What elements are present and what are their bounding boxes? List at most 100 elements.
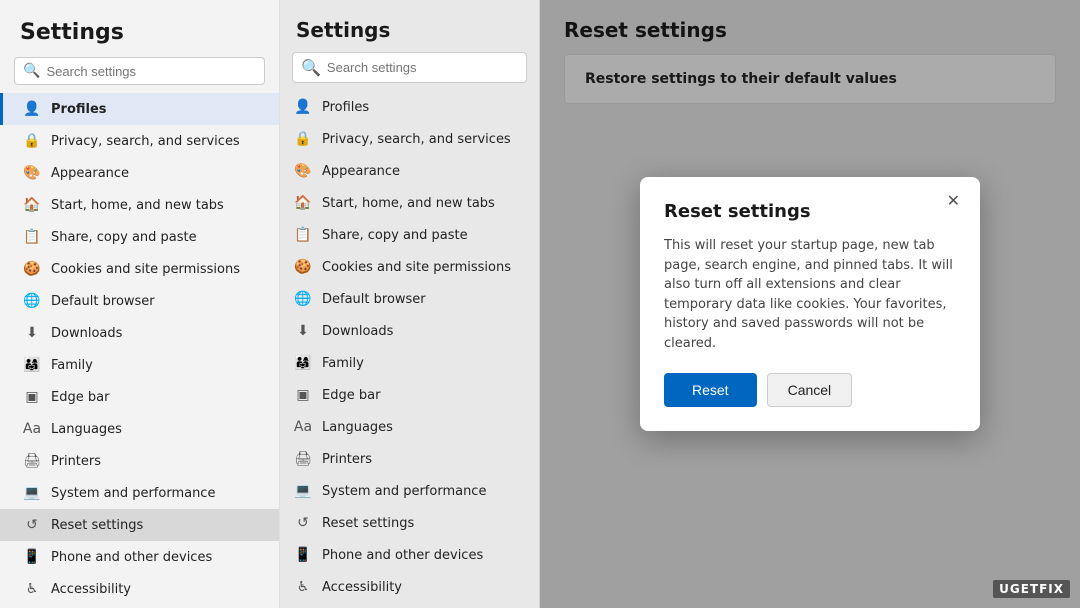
middle-label-appearance: Appearance <box>322 164 400 179</box>
middle-icon-languages: Aa <box>294 418 312 436</box>
sidebar: Settings 🔍 👤 Profiles 🔒 Privacy, search,… <box>0 0 280 608</box>
sidebar-item-appearance[interactable]: 🎨 Appearance <box>0 157 279 189</box>
sidebar-item-profiles[interactable]: 👤 Profiles <box>0 93 279 125</box>
middle-item-reset[interactable]: ↺ Reset settings <box>280 507 539 539</box>
modal-overlay: ✕ Reset settings This will reset your st… <box>540 0 1080 608</box>
middle-label-default-browser: Default browser <box>322 292 426 307</box>
middle-nav: 👤 Profiles 🔒 Privacy, search, and servic… <box>280 91 539 608</box>
middle-label-system: System and performance <box>322 484 486 499</box>
middle-item-downloads[interactable]: ⬇ Downloads <box>280 315 539 347</box>
middle-item-family[interactable]: 👨‍👩‍👧 Family <box>280 347 539 379</box>
modal-title: Reset settings <box>664 201 956 222</box>
middle-label-edge-bar: Edge bar <box>322 388 380 403</box>
sidebar-item-system[interactable]: 💻 System and performance <box>0 477 279 509</box>
middle-icon-printers: 🖨 <box>294 450 312 468</box>
middle-item-cookies[interactable]: 🍪 Cookies and site permissions <box>280 251 539 283</box>
middle-label-languages: Languages <box>322 420 393 435</box>
middle-item-share[interactable]: 📋 Share, copy and paste <box>280 219 539 251</box>
reset-button[interactable]: Reset <box>664 373 757 407</box>
sidebar-label-family: Family <box>51 358 93 373</box>
middle-icon-cookies: 🍪 <box>294 258 312 276</box>
cancel-button[interactable]: Cancel <box>767 373 853 407</box>
sidebar-label-cookies: Cookies and site permissions <box>51 262 240 277</box>
sidebar-label-profiles: Profiles <box>51 102 107 117</box>
middle-icon-share: 📋 <box>294 226 312 244</box>
middle-item-phone[interactable]: 📱 Phone and other devices <box>280 539 539 571</box>
sidebar-icon-phone: 📱 <box>23 548 41 566</box>
middle-icon-system: 💻 <box>294 482 312 500</box>
sidebar-label-phone: Phone and other devices <box>51 550 212 565</box>
sidebar-icon-profiles: 👤 <box>23 100 41 118</box>
sidebar-item-privacy[interactable]: 🔒 Privacy, search, and services <box>0 125 279 157</box>
middle-icon-phone: 📱 <box>294 546 312 564</box>
sidebar-item-family[interactable]: 👨‍👩‍👧 Family <box>0 349 279 381</box>
middle-item-accessibility[interactable]: ♿ Accessibility <box>280 571 539 603</box>
sidebar-icon-accessibility: ♿ <box>23 580 41 598</box>
sidebar-icon-start-home: 🏠 <box>23 196 41 214</box>
middle-item-profiles[interactable]: 👤 Profiles <box>280 91 539 123</box>
sidebar-label-share: Share, copy and paste <box>51 230 197 245</box>
sidebar-item-share[interactable]: 📋 Share, copy and paste <box>0 221 279 253</box>
middle-label-family: Family <box>322 356 364 371</box>
middle-item-printers[interactable]: 🖨 Printers <box>280 443 539 475</box>
middle-item-about[interactable]: ⊕ About Microsoft Edge <box>280 603 539 608</box>
sidebar-icon-cookies: 🍪 <box>23 260 41 278</box>
sidebar-search-icon: 🔍 <box>23 63 40 79</box>
sidebar-item-phone[interactable]: 📱 Phone and other devices <box>0 541 279 573</box>
sidebar-icon-share: 📋 <box>23 228 41 246</box>
sidebar-item-languages[interactable]: Aa Languages <box>0 413 279 445</box>
middle-panel: Settings 🔍 👤 Profiles 🔒 Privacy, search,… <box>280 0 540 608</box>
sidebar-icon-family: 👨‍👩‍👧 <box>23 356 41 374</box>
middle-label-downloads: Downloads <box>322 324 393 339</box>
sidebar-label-printers: Printers <box>51 454 101 469</box>
middle-icon-start-home: 🏠 <box>294 194 312 212</box>
middle-item-default-browser[interactable]: 🌐 Default browser <box>280 283 539 315</box>
sidebar-item-downloads[interactable]: ⬇ Downloads <box>0 317 279 349</box>
sidebar-icon-edge-bar: ▣ <box>23 388 41 406</box>
middle-item-edge-bar[interactable]: ▣ Edge bar <box>280 379 539 411</box>
sidebar-item-cookies[interactable]: 🍪 Cookies and site permissions <box>0 253 279 285</box>
sidebar-item-printers[interactable]: 🖨 Printers <box>0 445 279 477</box>
sidebar-label-privacy: Privacy, search, and services <box>51 134 240 149</box>
sidebar-search-input[interactable] <box>46 64 256 79</box>
sidebar-item-edge-bar[interactable]: ▣ Edge bar <box>0 381 279 413</box>
middle-item-languages[interactable]: Aa Languages <box>280 411 539 443</box>
sidebar-title: Settings <box>0 0 279 57</box>
modal-close-button[interactable]: ✕ <box>941 189 966 213</box>
sidebar-icon-languages: Aa <box>23 420 41 438</box>
middle-item-start-home[interactable]: 🏠 Start, home, and new tabs <box>280 187 539 219</box>
middle-item-system[interactable]: 💻 System and performance <box>280 475 539 507</box>
sidebar-item-default-browser[interactable]: 🌐 Default browser <box>0 285 279 317</box>
sidebar-label-reset: Reset settings <box>51 518 143 533</box>
sidebar-item-accessibility[interactable]: ♿ Accessibility <box>0 573 279 605</box>
sidebar-label-system: System and performance <box>51 486 215 501</box>
sidebar-label-default-browser: Default browser <box>51 294 155 309</box>
sidebar-item-start-home[interactable]: 🏠 Start, home, and new tabs <box>0 189 279 221</box>
sidebar-nav: 👤 Profiles 🔒 Privacy, search, and servic… <box>0 93 279 608</box>
sidebar-icon-default-browser: 🌐 <box>23 292 41 310</box>
sidebar-icon-downloads: ⬇ <box>23 324 41 342</box>
sidebar-icon-privacy: 🔒 <box>23 132 41 150</box>
reset-settings-modal: ✕ Reset settings This will reset your st… <box>640 177 980 431</box>
middle-icon-privacy: 🔒 <box>294 130 312 148</box>
middle-icon-default-browser: 🌐 <box>294 290 312 308</box>
middle-search-container[interactable]: 🔍 <box>292 52 527 83</box>
middle-search-input[interactable] <box>327 60 518 75</box>
middle-icon-reset: ↺ <box>294 514 312 532</box>
sidebar-label-accessibility: Accessibility <box>51 582 131 597</box>
sidebar-item-reset[interactable]: ↺ Reset settings <box>0 509 279 541</box>
sidebar-search-container[interactable]: 🔍 <box>14 57 265 85</box>
middle-label-accessibility: Accessibility <box>322 580 402 595</box>
middle-search-icon: 🔍 <box>301 58 321 77</box>
middle-label-privacy: Privacy, search, and services <box>322 132 511 147</box>
middle-label-share: Share, copy and paste <box>322 228 468 243</box>
middle-label-start-home: Start, home, and new tabs <box>322 196 495 211</box>
middle-item-privacy[interactable]: 🔒 Privacy, search, and services <box>280 123 539 155</box>
sidebar-label-languages: Languages <box>51 422 122 437</box>
sidebar-icon-printers: 🖨 <box>23 452 41 470</box>
sidebar-label-start-home: Start, home, and new tabs <box>51 198 224 213</box>
middle-label-profiles: Profiles <box>322 100 369 115</box>
sidebar-label-downloads: Downloads <box>51 326 122 341</box>
middle-item-appearance[interactable]: 🎨 Appearance <box>280 155 539 187</box>
sidebar-label-appearance: Appearance <box>51 166 129 181</box>
